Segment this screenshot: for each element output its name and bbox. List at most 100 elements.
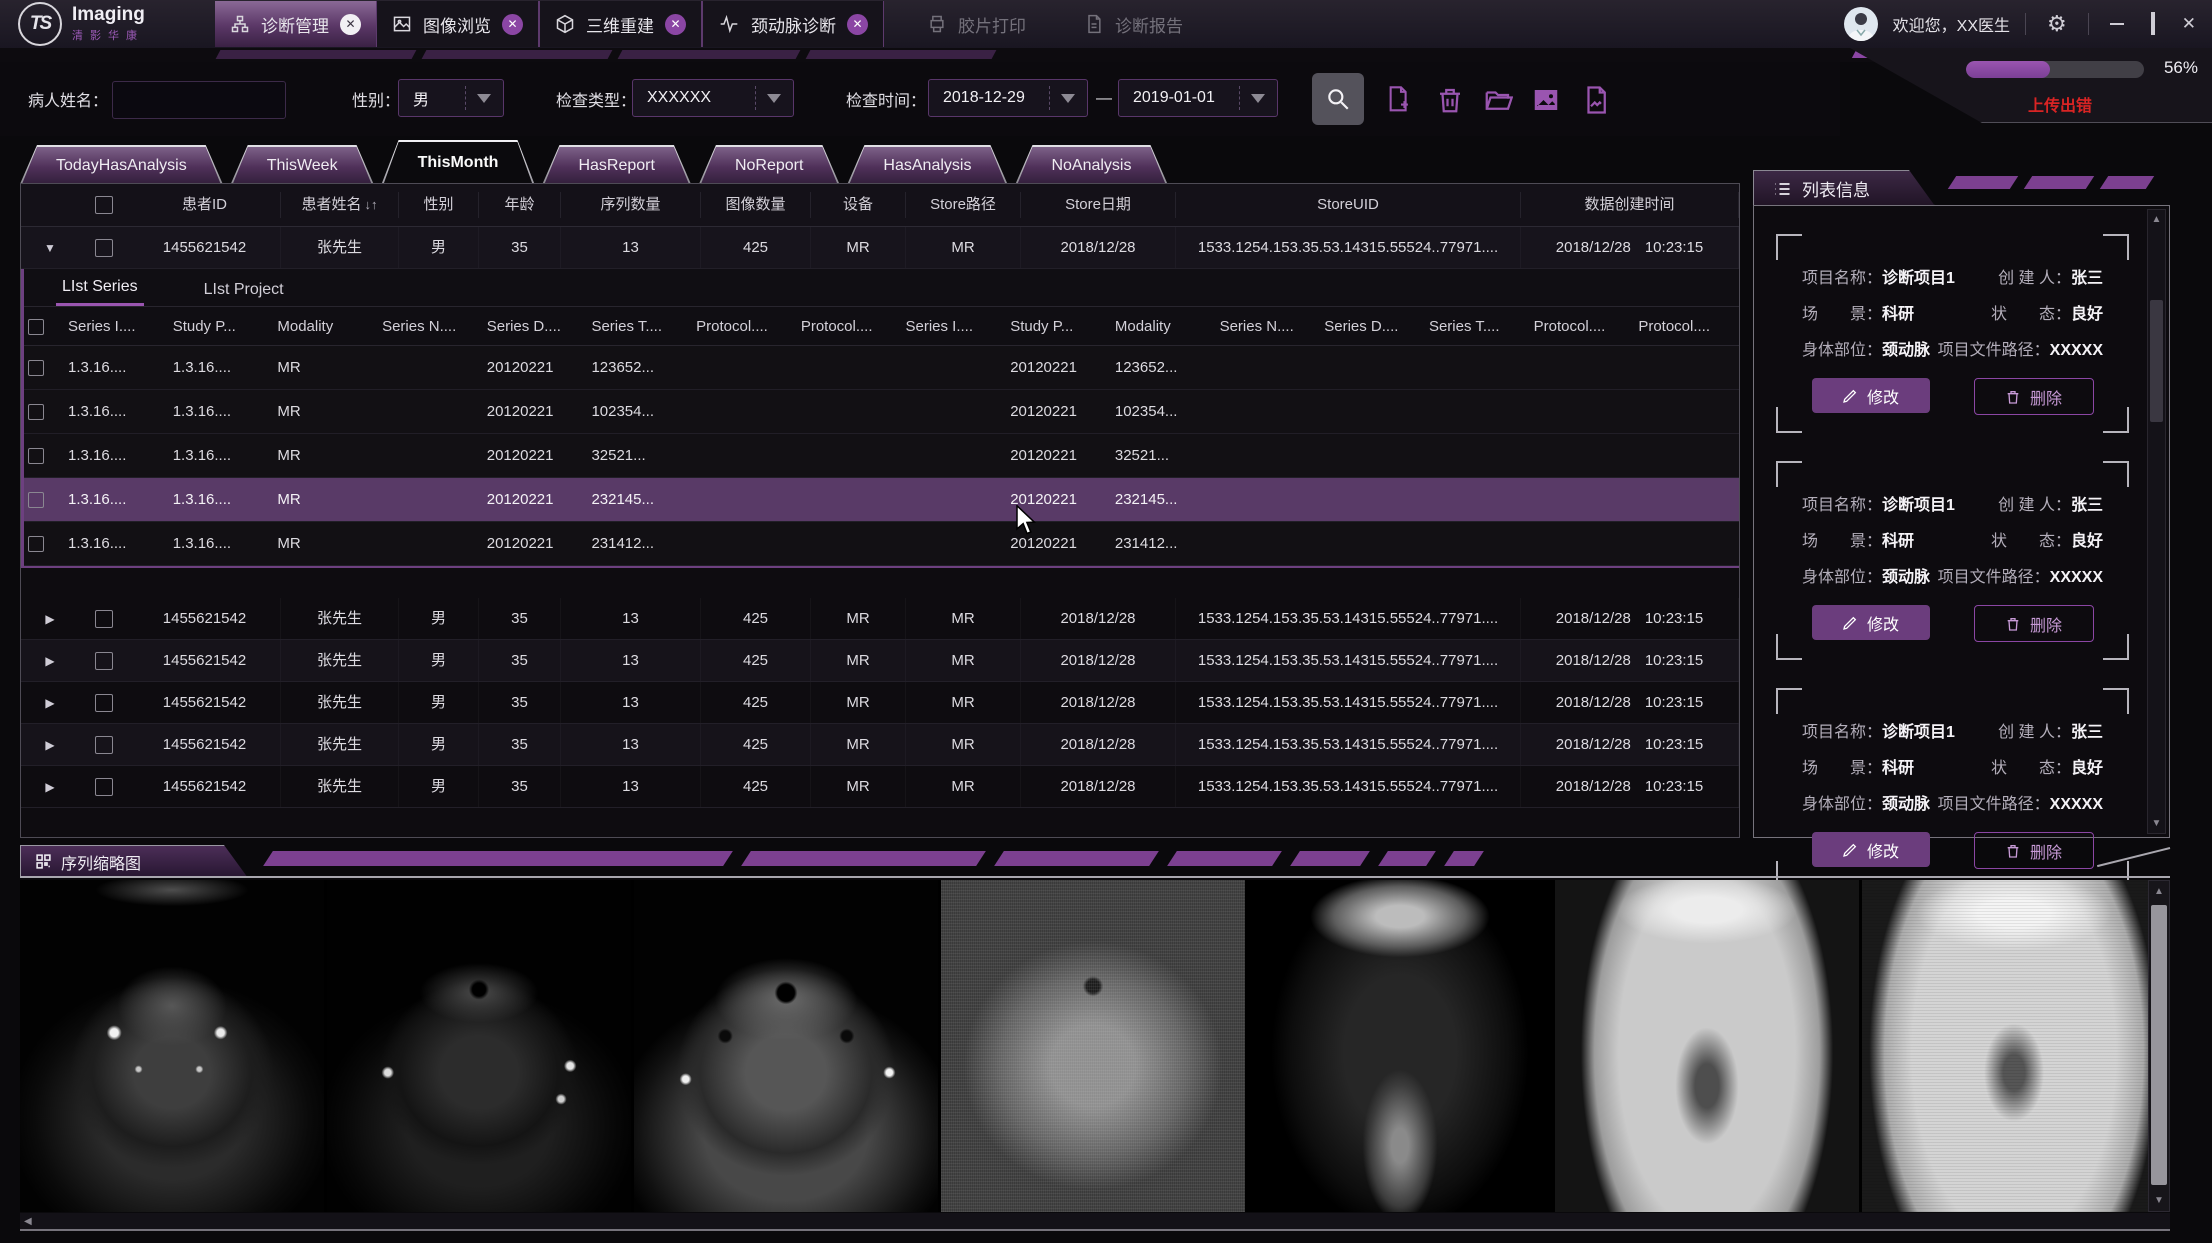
- subcol[interactable]: Series T....: [587, 318, 692, 335]
- subcol[interactable]: Protocol....: [1530, 318, 1635, 335]
- nav-tab-carotid-diagnosis[interactable]: 颈动脉诊断 ✕: [702, 1, 884, 47]
- patient-row[interactable]: ▶ 1455621542 张先生 男 35 13 425 MR MR 2018/…: [21, 598, 1739, 640]
- scrollbar-thumb[interactable]: [2151, 905, 2167, 1185]
- window-minimize-button[interactable]: [2104, 23, 2130, 25]
- series-row[interactable]: 1.3.16.... 1.3.16.... MR 20120221 231412…: [24, 522, 1739, 566]
- expand-arrow-icon[interactable]: ▶: [45, 696, 54, 710]
- delete-button[interactable]: 删除: [1974, 605, 2094, 642]
- nav-tab-image-browse[interactable]: 图像浏览 ✕: [376, 1, 539, 47]
- mri-thumbnail[interactable]: [327, 880, 631, 1212]
- subcol[interactable]: Series T....: [1425, 318, 1530, 335]
- col-gender[interactable]: 性别: [399, 192, 479, 218]
- tab-list-project[interactable]: LIst Project: [198, 281, 290, 306]
- series-row[interactable]: 1.3.16.... 1.3.16.... MR 20120221 102354…: [24, 390, 1739, 434]
- col-series-count[interactable]: 序列数量: [561, 192, 701, 218]
- subcol[interactable]: Protocol....: [797, 318, 902, 335]
- avatar[interactable]: [1844, 7, 1878, 41]
- delete-button[interactable]: 删除: [1974, 832, 2094, 869]
- settings-gear-icon[interactable]: ⚙: [2041, 11, 2073, 37]
- col-store-path[interactable]: Store路径: [906, 192, 1021, 218]
- image-view-button[interactable]: [1528, 82, 1564, 118]
- row-checkbox[interactable]: [79, 640, 129, 681]
- mri-thumbnail[interactable]: [1555, 880, 1859, 1212]
- scroll-up-icon[interactable]: ▲: [2149, 886, 2169, 897]
- col-age[interactable]: 年龄: [479, 192, 561, 218]
- filter-tab[interactable]: HasReport: [542, 145, 690, 184]
- patient-row[interactable]: ▶ 1455621542 张先生 男 35 13 425 MR MR 2018/…: [21, 766, 1739, 808]
- gender-select[interactable]: 男: [398, 79, 504, 117]
- subcol[interactable]: Series I....: [64, 318, 169, 335]
- scroll-down-icon[interactable]: ▼: [2149, 1195, 2169, 1206]
- filter-tab[interactable]: ThisMonth: [382, 140, 535, 184]
- row-checkbox[interactable]: [24, 491, 64, 508]
- mri-thumbnail[interactable]: [634, 880, 938, 1212]
- col-store-date[interactable]: Store日期: [1021, 192, 1176, 218]
- sort-icon[interactable]: ↓↑: [365, 197, 378, 212]
- mri-thumbnail[interactable]: [1248, 880, 1552, 1212]
- mri-thumbnail[interactable]: [20, 880, 324, 1212]
- expand-arrow-icon[interactable]: ▶: [45, 612, 54, 626]
- scroll-down-icon[interactable]: ▼: [2148, 818, 2165, 829]
- select-all-checkbox[interactable]: [24, 317, 64, 334]
- col-image-count[interactable]: 图像数量: [701, 192, 811, 218]
- search-button[interactable]: [1312, 73, 1364, 125]
- col-patient-name[interactable]: 患者姓名↓↑: [281, 192, 399, 218]
- patient-row[interactable]: ▶ 1455621542 张先生 男 35 13 425 MR MR 2018/…: [21, 724, 1739, 766]
- col-store-uid[interactable]: StoreUID: [1176, 192, 1521, 218]
- close-tab-icon[interactable]: ✕: [665, 14, 686, 35]
- subcol[interactable]: Protocol....: [692, 318, 797, 335]
- horizontal-scrollbar[interactable]: ◀: [20, 1213, 2170, 1231]
- patient-name-input[interactable]: [112, 81, 286, 119]
- row-checkbox[interactable]: [79, 682, 129, 723]
- add-file-button[interactable]: [1382, 82, 1418, 118]
- close-tab-icon[interactable]: ✕: [502, 14, 523, 35]
- series-row[interactable]: 1.3.16.... 1.3.16.... MR 20120221 123652…: [24, 346, 1739, 390]
- patient-row-expanded[interactable]: ▼ 1455621542 张先生 男 35 13 425 MR MR 2018/…: [21, 227, 1739, 269]
- expand-arrow-icon[interactable]: ▶: [45, 738, 54, 752]
- row-checkbox[interactable]: [79, 766, 129, 807]
- subcol[interactable]: Study P...: [1006, 318, 1111, 335]
- expand-arrow-icon[interactable]: ▶: [45, 654, 54, 668]
- series-row[interactable]: 1.3.16.... 1.3.16.... MR 20120221 32521.…: [24, 434, 1739, 478]
- modify-button[interactable]: 修改: [1812, 378, 1930, 413]
- patient-row[interactable]: ▶ 1455621542 张先生 男 35 13 425 MR MR 2018/…: [21, 640, 1739, 682]
- window-close-button[interactable]: ✕: [2176, 14, 2202, 34]
- filter-tab[interactable]: NoReport: [699, 145, 839, 184]
- subcol[interactable]: Series I....: [902, 318, 1007, 335]
- filter-tab[interactable]: ThisWeek: [231, 145, 374, 184]
- row-checkbox[interactable]: [79, 227, 129, 268]
- select-all-checkbox[interactable]: [79, 192, 129, 218]
- window-maximize-button[interactable]: [2145, 14, 2161, 34]
- row-checkbox[interactable]: [79, 598, 129, 639]
- open-folder-button[interactable]: [1480, 82, 1516, 118]
- nav-tab-diagnosis-management[interactable]: 诊断管理 ✕: [215, 1, 376, 47]
- subcol[interactable]: Study P...: [169, 318, 274, 335]
- modify-button[interactable]: 修改: [1812, 832, 1930, 867]
- subcol[interactable]: Modality: [1111, 318, 1216, 335]
- delete-button[interactable]: 删除: [1974, 378, 2094, 415]
- filter-tab[interactable]: TodayHasAnalysis: [20, 145, 223, 184]
- nav-tab-film-print[interactable]: 胶片打印: [912, 1, 1041, 47]
- scrollbar-thumb[interactable]: [2150, 300, 2163, 422]
- delete-button[interactable]: [1432, 82, 1468, 118]
- image-report-button[interactable]: [1578, 82, 1614, 118]
- scroll-up-icon[interactable]: ▲: [2148, 214, 2165, 225]
- filter-tab[interactable]: HasAnalysis: [847, 145, 1007, 184]
- mri-thumbnail[interactable]: [941, 880, 1245, 1212]
- date-to-picker[interactable]: 2019-01-01: [1118, 79, 1278, 117]
- row-checkbox[interactable]: [24, 447, 64, 464]
- nav-tab-diagnosis-report[interactable]: 诊断报告: [1069, 1, 1198, 47]
- thumbnail-scrollbar[interactable]: ▲ ▼: [2148, 880, 2170, 1212]
- collapse-arrow-icon[interactable]: ▼: [44, 241, 56, 255]
- row-checkbox[interactable]: [24, 359, 64, 376]
- expand-arrow-icon[interactable]: ▶: [45, 780, 54, 794]
- subcol[interactable]: Series N....: [378, 318, 483, 335]
- filter-tab[interactable]: NoAnalysis: [1015, 145, 1167, 184]
- row-checkbox[interactable]: [24, 535, 64, 552]
- col-created[interactable]: 数据创建时间: [1521, 192, 1739, 218]
- col-patient-id[interactable]: 患者ID: [129, 192, 281, 218]
- exam-type-select[interactable]: XXXXXX: [632, 79, 794, 117]
- row-checkbox[interactable]: [79, 724, 129, 765]
- date-from-picker[interactable]: 2018-12-29: [928, 79, 1088, 117]
- tab-list-series[interactable]: LIst Series: [56, 278, 144, 306]
